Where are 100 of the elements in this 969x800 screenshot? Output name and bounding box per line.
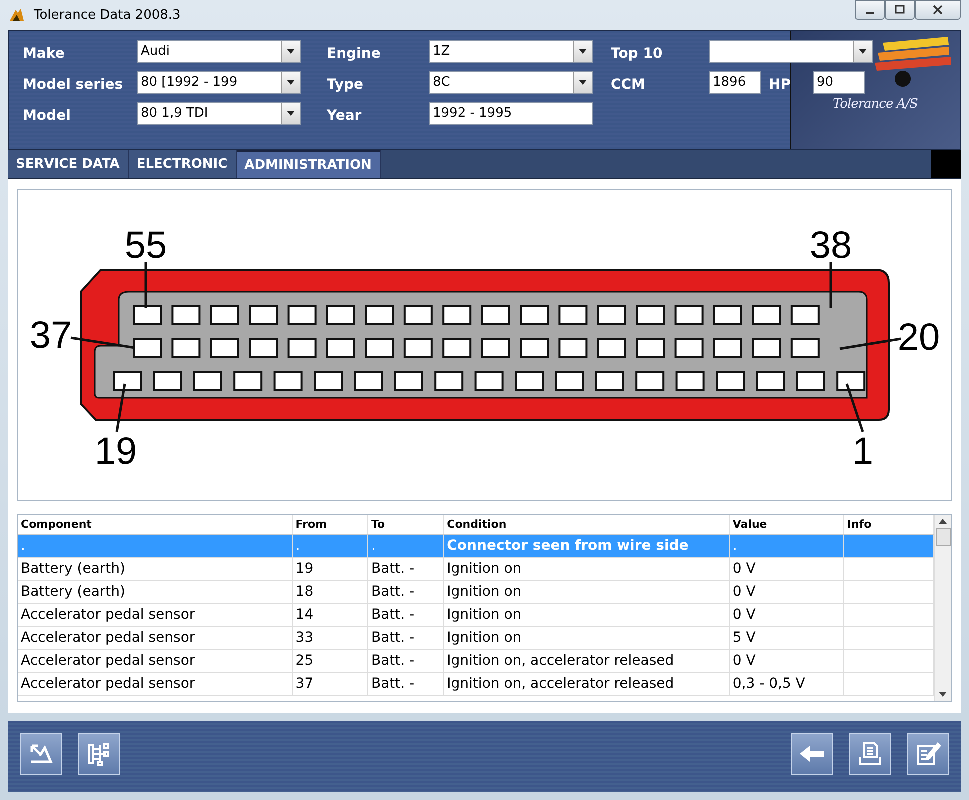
- pin-socket: [365, 305, 394, 325]
- table-cell: 25: [292, 650, 368, 672]
- pin-socket: [210, 305, 240, 325]
- pin-socket: [714, 338, 742, 358]
- pin-number-label: 38: [810, 225, 852, 267]
- scroll-thumb[interactable]: [936, 528, 950, 546]
- pin-socket: [474, 371, 504, 391]
- table-cell: 33: [292, 627, 368, 649]
- table-row[interactable]: Battery (earth) 19 Batt. - Ignition on 0 V: [18, 558, 934, 581]
- tab[interactable]: ADMINISTRATION: [236, 150, 381, 178]
- export-button[interactable]: [20, 732, 62, 774]
- pin-socket: [676, 371, 705, 391]
- dropdown-field[interactable]: 1Z: [429, 40, 593, 62]
- dropdown-arrow-icon: [287, 80, 295, 84]
- pin-socket: [442, 338, 472, 358]
- table-cell: 0 V: [730, 650, 844, 672]
- field-label: Engine: [327, 46, 382, 62]
- pin-socket: [636, 305, 666, 325]
- dropdown-field[interactable]: 80 [1992 - 199: [137, 70, 301, 94]
- pin-socket: [752, 305, 782, 325]
- pin-socket: [555, 371, 584, 391]
- table-row[interactable]: Accelerator pedal sensor 14 Batt. - Ignition on 0 V: [18, 604, 934, 627]
- maximize-button[interactable]: [885, 0, 915, 20]
- table-cell: 0 V: [730, 558, 844, 580]
- scrollbar[interactable]: [934, 515, 951, 701]
- leader-line: [70, 336, 136, 350]
- field-label: Make: [23, 46, 66, 62]
- pin-number-label: 55: [124, 225, 168, 267]
- table-row[interactable]: Accelerator pedal sensor 37 Batt. - Ignition on, accelerator released 0,3 - 0,5 V: [18, 673, 934, 696]
- column-header[interactable]: To: [368, 515, 444, 534]
- dropdown-arrow-icon: [579, 48, 587, 54]
- table-cell: Batt. -: [368, 650, 444, 672]
- table-cell: 37: [292, 673, 368, 695]
- pin-socket: [133, 305, 162, 325]
- logo-text: Tolerance A/S: [833, 97, 918, 112]
- leader-line: [144, 262, 148, 308]
- pin-socket: [404, 338, 433, 358]
- table-cell: Accelerator pedal sensor: [18, 650, 293, 672]
- pin-number-label: 20: [898, 317, 940, 359]
- pin-socket: [714, 305, 742, 325]
- pin-socket: [434, 371, 464, 391]
- pin-socket: [796, 371, 826, 391]
- tab[interactable]: SERVICE DATA: [8, 150, 129, 178]
- pin-socket: [752, 338, 782, 358]
- pin-socket: [172, 338, 201, 358]
- close-button[interactable]: [915, 0, 961, 20]
- pin-socket: [394, 371, 424, 391]
- table-cell: Ignition on, accelerator released: [444, 673, 730, 695]
- table-cell: Accelerator pedal sensor: [18, 604, 293, 626]
- pin-socket: [274, 371, 303, 391]
- pin-number-label: 1: [852, 431, 874, 473]
- tab-bar-end-panel: [931, 150, 961, 178]
- table-row[interactable]: Accelerator pedal sensor 33 Batt. - Ignition on 5 V: [18, 627, 934, 650]
- text-field[interactable]: 90: [813, 70, 865, 94]
- dropdown-field[interactable]: Audi: [137, 40, 301, 62]
- pin-socket: [442, 305, 472, 325]
- pin-socket: [365, 338, 394, 358]
- text-field[interactable]: 1992 - 1995: [429, 102, 593, 124]
- maximize-icon: [895, 5, 905, 15]
- pin-socket: [249, 305, 278, 325]
- scroll-up-arrow-icon: [939, 519, 947, 524]
- wiring-diagram-button[interactable]: [78, 732, 120, 774]
- table-cell: .: [18, 535, 293, 557]
- dropdown-arrow-icon: [287, 48, 295, 54]
- table-cell: 5 V: [730, 627, 844, 649]
- table-row[interactable]: Accelerator pedal sensor 25 Batt. - Ignition on, accelerator released 0 V: [18, 650, 934, 673]
- column-header[interactable]: Condition: [444, 515, 730, 534]
- pin-socket: [113, 371, 142, 391]
- field-label: Model series: [23, 77, 124, 93]
- column-header[interactable]: From: [292, 515, 368, 534]
- pin-socket: [481, 338, 510, 358]
- print-button[interactable]: [849, 732, 891, 774]
- column-header[interactable]: Component: [18, 515, 293, 534]
- pin-socket: [674, 338, 704, 358]
- field-label: Model: [23, 108, 72, 124]
- pin-socket: [193, 371, 222, 391]
- window-title: Tolerance Data 2008.3: [34, 8, 181, 22]
- leader-line: [830, 262, 832, 308]
- dropdown-field[interactable]: 80 1,9 TDI: [137, 102, 301, 124]
- table-cell: .: [292, 535, 368, 557]
- table-row[interactable]: Battery (earth) 18 Batt. - Ignition on 0 V: [18, 581, 934, 604]
- pin-socket: [558, 305, 588, 325]
- diagram-tree-icon: [86, 740, 112, 766]
- pin-socket: [234, 371, 263, 391]
- pin-socket: [515, 371, 544, 391]
- back-button[interactable]: [791, 732, 833, 774]
- table-cell: Ignition on, accelerator released: [444, 650, 730, 672]
- dropdown-field[interactable]: 8C: [429, 70, 593, 94]
- column-header[interactable]: Value: [730, 515, 844, 534]
- minimize-button[interactable]: [855, 0, 885, 20]
- text-field[interactable]: 1896: [709, 70, 761, 94]
- table-cell: Ignition on: [444, 581, 730, 603]
- tab[interactable]: ELECTRONIC: [128, 150, 237, 178]
- left-arrow-icon: [798, 744, 826, 764]
- notes-button[interactable]: [907, 732, 949, 774]
- pin-socket: [716, 371, 745, 391]
- pin-socket: [481, 305, 510, 325]
- table-cell: .: [730, 535, 844, 557]
- dropdown-field[interactable]: [709, 40, 873, 62]
- table-cell: Battery (earth): [18, 558, 293, 580]
